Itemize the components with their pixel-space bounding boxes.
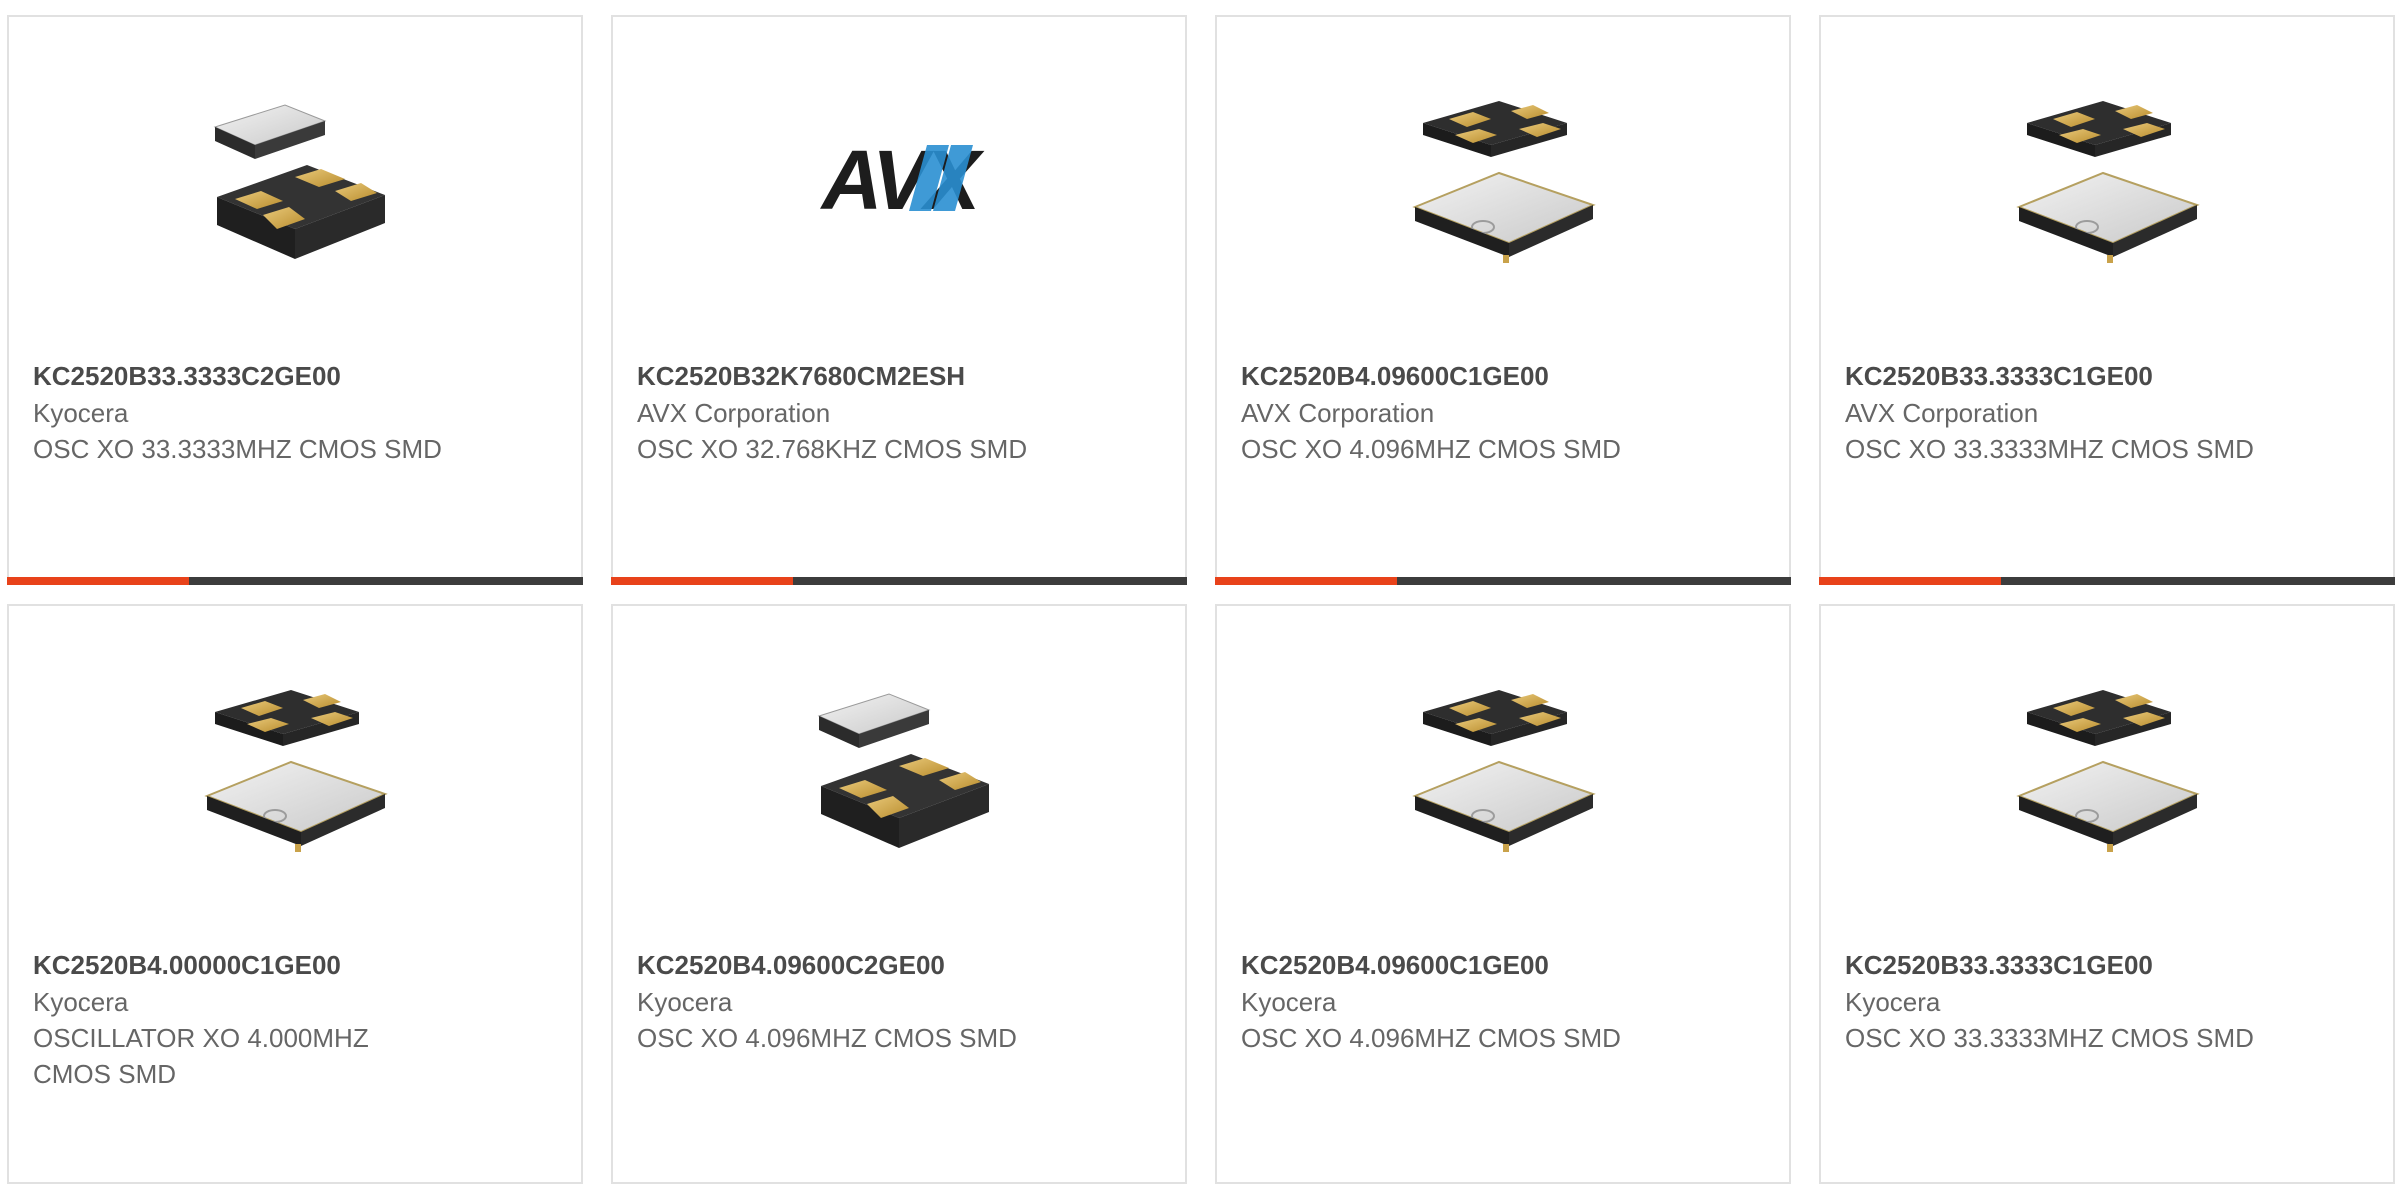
part-number[interactable]: KC2520B4.09600C2GE00: [637, 948, 1057, 982]
product-card[interactable]: KC2520B33.3333C1GE00 Kyocera OSC XO 33.3…: [1819, 604, 2395, 1184]
part-number[interactable]: KC2520B32K7680CM2ESH: [637, 359, 1057, 393]
description: OSC XO 4.096MHZ CMOS SMD: [1241, 1023, 1621, 1053]
description: OSC XO 33.3333MHZ CMOS SMD: [1845, 1023, 2254, 1053]
card-footer-accent: [1215, 577, 1397, 585]
manufacturer: Kyocera: [1241, 987, 1337, 1017]
part-number[interactable]: KC2520B4.00000C1GE00: [33, 948, 453, 982]
product-card[interactable]: KC2520B4.09600C1GE00 AVX Corporation OSC…: [1215, 15, 1791, 585]
description: OSC XO 33.3333MHZ CMOS SMD: [33, 434, 442, 464]
crystal-oscillator-icon: [1412, 690, 1596, 852]
description: OSCILLATOR XO 4.000MHZ CMOS SMD: [33, 1023, 369, 1089]
product-card[interactable]: KC2520B4.09600C2GE00 Kyocera OSC XO 4.09…: [611, 604, 1187, 1184]
card-footer-bar: [611, 577, 1187, 585]
product-image[interactable]: [2007, 676, 2207, 876]
crystal-oscillator-icon: [817, 693, 989, 848]
product-grid: KC2520B33.3333C2GE00 Kyocera OSC XO 33.3…: [0, 0, 2400, 1184]
card-footer-bar: [7, 577, 583, 585]
product-image[interactable]: AVX: [799, 87, 999, 287]
manufacturer: AVX Corporation: [1241, 398, 1435, 428]
part-number[interactable]: KC2520B4.09600C1GE00: [1241, 948, 1661, 982]
manufacturer: Kyocera: [1845, 987, 1941, 1017]
manufacturer: AVX Corporation: [1845, 398, 2039, 428]
part-number[interactable]: KC2520B33.3333C1GE00: [1845, 359, 2265, 393]
manufacturer: AVX Corporation: [637, 398, 831, 428]
product-image[interactable]: [1403, 676, 1603, 876]
part-number[interactable]: KC2520B33.3333C1GE00: [1845, 948, 2265, 982]
description: OSC XO 33.3333MHZ CMOS SMD: [1845, 434, 2254, 464]
product-card[interactable]: KC2520B33.3333C1GE00 AVX Corporation OSC…: [1819, 15, 2395, 585]
product-card[interactable]: KC2520B33.3333C2GE00 Kyocera OSC XO 33.3…: [7, 15, 583, 585]
card-footer-accent: [7, 577, 189, 585]
crystal-oscillator-icon: [1412, 101, 1596, 263]
card-footer-bar: [1215, 577, 1791, 585]
description: OSC XO 4.096MHZ CMOS SMD: [637, 1023, 1017, 1053]
part-number[interactable]: KC2520B4.09600C1GE00: [1241, 359, 1661, 393]
product-image[interactable]: [195, 87, 395, 287]
product-image[interactable]: [1403, 87, 1603, 287]
product-card[interactable]: KC2520B4.00000C1GE00 Kyocera OSCILLATOR …: [7, 604, 583, 1184]
description: OSC XO 4.096MHZ CMOS SMD: [1241, 434, 1621, 464]
product-image[interactable]: [2007, 87, 2207, 287]
crystal-oscillator-icon: [2016, 690, 2200, 852]
product-image[interactable]: [799, 676, 999, 876]
crystal-oscillator-icon: [204, 690, 388, 852]
card-footer-accent: [1819, 577, 2001, 585]
description: OSC XO 32.768KHZ CMOS SMD: [637, 434, 1028, 464]
part-number[interactable]: KC2520B33.3333C2GE00: [33, 359, 453, 393]
avx-logo-icon: AVX: [820, 133, 989, 227]
card-footer-accent: [611, 577, 793, 585]
card-footer-bar: [1819, 577, 2395, 585]
manufacturer: Kyocera: [33, 398, 129, 428]
product-image[interactable]: [195, 676, 395, 876]
crystal-oscillator-icon: [213, 104, 385, 259]
product-card[interactable]: KC2520B4.09600C1GE00 Kyocera OSC XO 4.09…: [1215, 604, 1791, 1184]
manufacturer: Kyocera: [33, 987, 129, 1017]
manufacturer: Kyocera: [637, 987, 733, 1017]
product-card[interactable]: AVX KC2520B32K7680CM2ESH AVX Corporation…: [611, 15, 1187, 585]
crystal-oscillator-icon: [2016, 101, 2200, 263]
